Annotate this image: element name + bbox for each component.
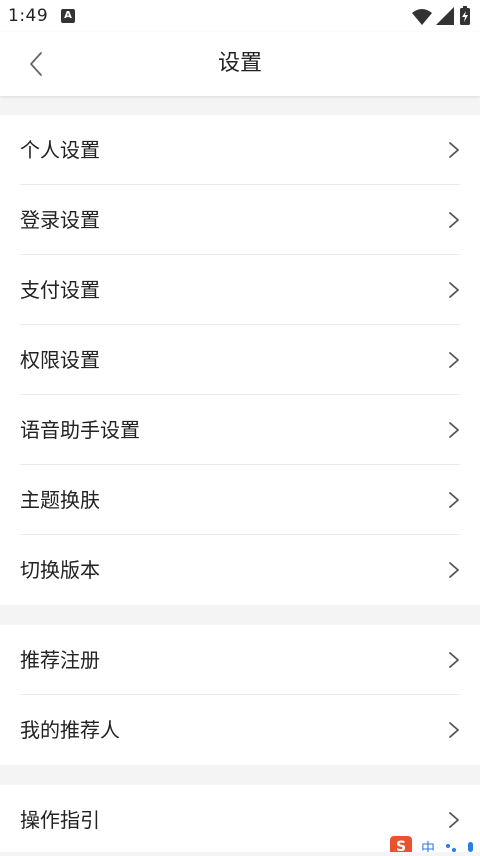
settings-item-label: 主题换肤 xyxy=(20,465,100,535)
chevron-right-icon xyxy=(448,811,460,829)
settings-item-label: 语音助手设置 xyxy=(20,395,140,465)
settings-item-referral-register[interactable]: 推荐注册 xyxy=(0,625,480,695)
settings-group-general: 个人设置 登录设置 支付设置 权限设置 语音助手设置 主题换肤 切换版本 xyxy=(0,115,480,605)
ime-mode-label: 中 xyxy=(421,841,435,852)
settings-item-label: 操作指引 xyxy=(20,785,100,852)
settings-item-payment[interactable]: 支付设置 xyxy=(0,255,480,325)
status-time: 1:49 xyxy=(8,6,48,26)
settings-item-switch-version[interactable]: 切换版本 xyxy=(0,535,480,605)
chevron-right-icon xyxy=(448,491,460,509)
settings-item-label: 支付设置 xyxy=(20,255,100,325)
app-header: 设置 xyxy=(0,32,480,96)
dots-icon xyxy=(446,844,456,852)
sogou-logo-icon: S xyxy=(390,836,412,852)
chevron-right-icon xyxy=(448,721,460,739)
status-bar: 1:49 A xyxy=(0,0,480,32)
settings-item-label: 我的推荐人 xyxy=(20,695,120,765)
svg-text:中: 中 xyxy=(421,841,435,852)
mic-icon xyxy=(468,842,473,852)
chevron-right-icon xyxy=(448,651,460,669)
chevron-right-icon xyxy=(448,421,460,439)
settings-item-label: 推荐注册 xyxy=(20,625,100,695)
settings-item-label: 切换版本 xyxy=(20,535,100,605)
chevron-right-icon xyxy=(448,351,460,369)
status-icons xyxy=(410,5,474,27)
battery-charging-icon xyxy=(460,6,470,25)
settings-item-label: 权限设置 xyxy=(20,325,100,395)
wifi-icon xyxy=(412,9,432,25)
ime-indicator[interactable]: S 中 xyxy=(388,834,480,852)
ime-icons: S 中 xyxy=(388,834,480,852)
settings-item-label: 个人设置 xyxy=(20,115,100,185)
settings-item-label: 登录设置 xyxy=(20,185,100,255)
notification-badge-icon: A xyxy=(61,9,75,23)
chevron-right-icon xyxy=(448,211,460,229)
settings-item-theme[interactable]: 主题换肤 xyxy=(0,465,480,535)
chevron-right-icon xyxy=(448,141,460,159)
settings-item-login[interactable]: 登录设置 xyxy=(0,185,480,255)
chevron-right-icon xyxy=(448,281,460,299)
settings-item-permissions[interactable]: 权限设置 xyxy=(0,325,480,395)
signal-icon xyxy=(436,7,454,25)
settings-item-my-referrer[interactable]: 我的推荐人 xyxy=(0,695,480,765)
settings-item-voice-assistant[interactable]: 语音助手设置 xyxy=(0,395,480,465)
chevron-right-icon xyxy=(448,561,460,579)
settings-item-personal[interactable]: 个人设置 xyxy=(0,115,480,185)
settings-group-referral: 推荐注册 我的推荐人 xyxy=(0,625,480,765)
svg-text:S: S xyxy=(396,839,406,852)
page-title: 设置 xyxy=(0,32,480,96)
